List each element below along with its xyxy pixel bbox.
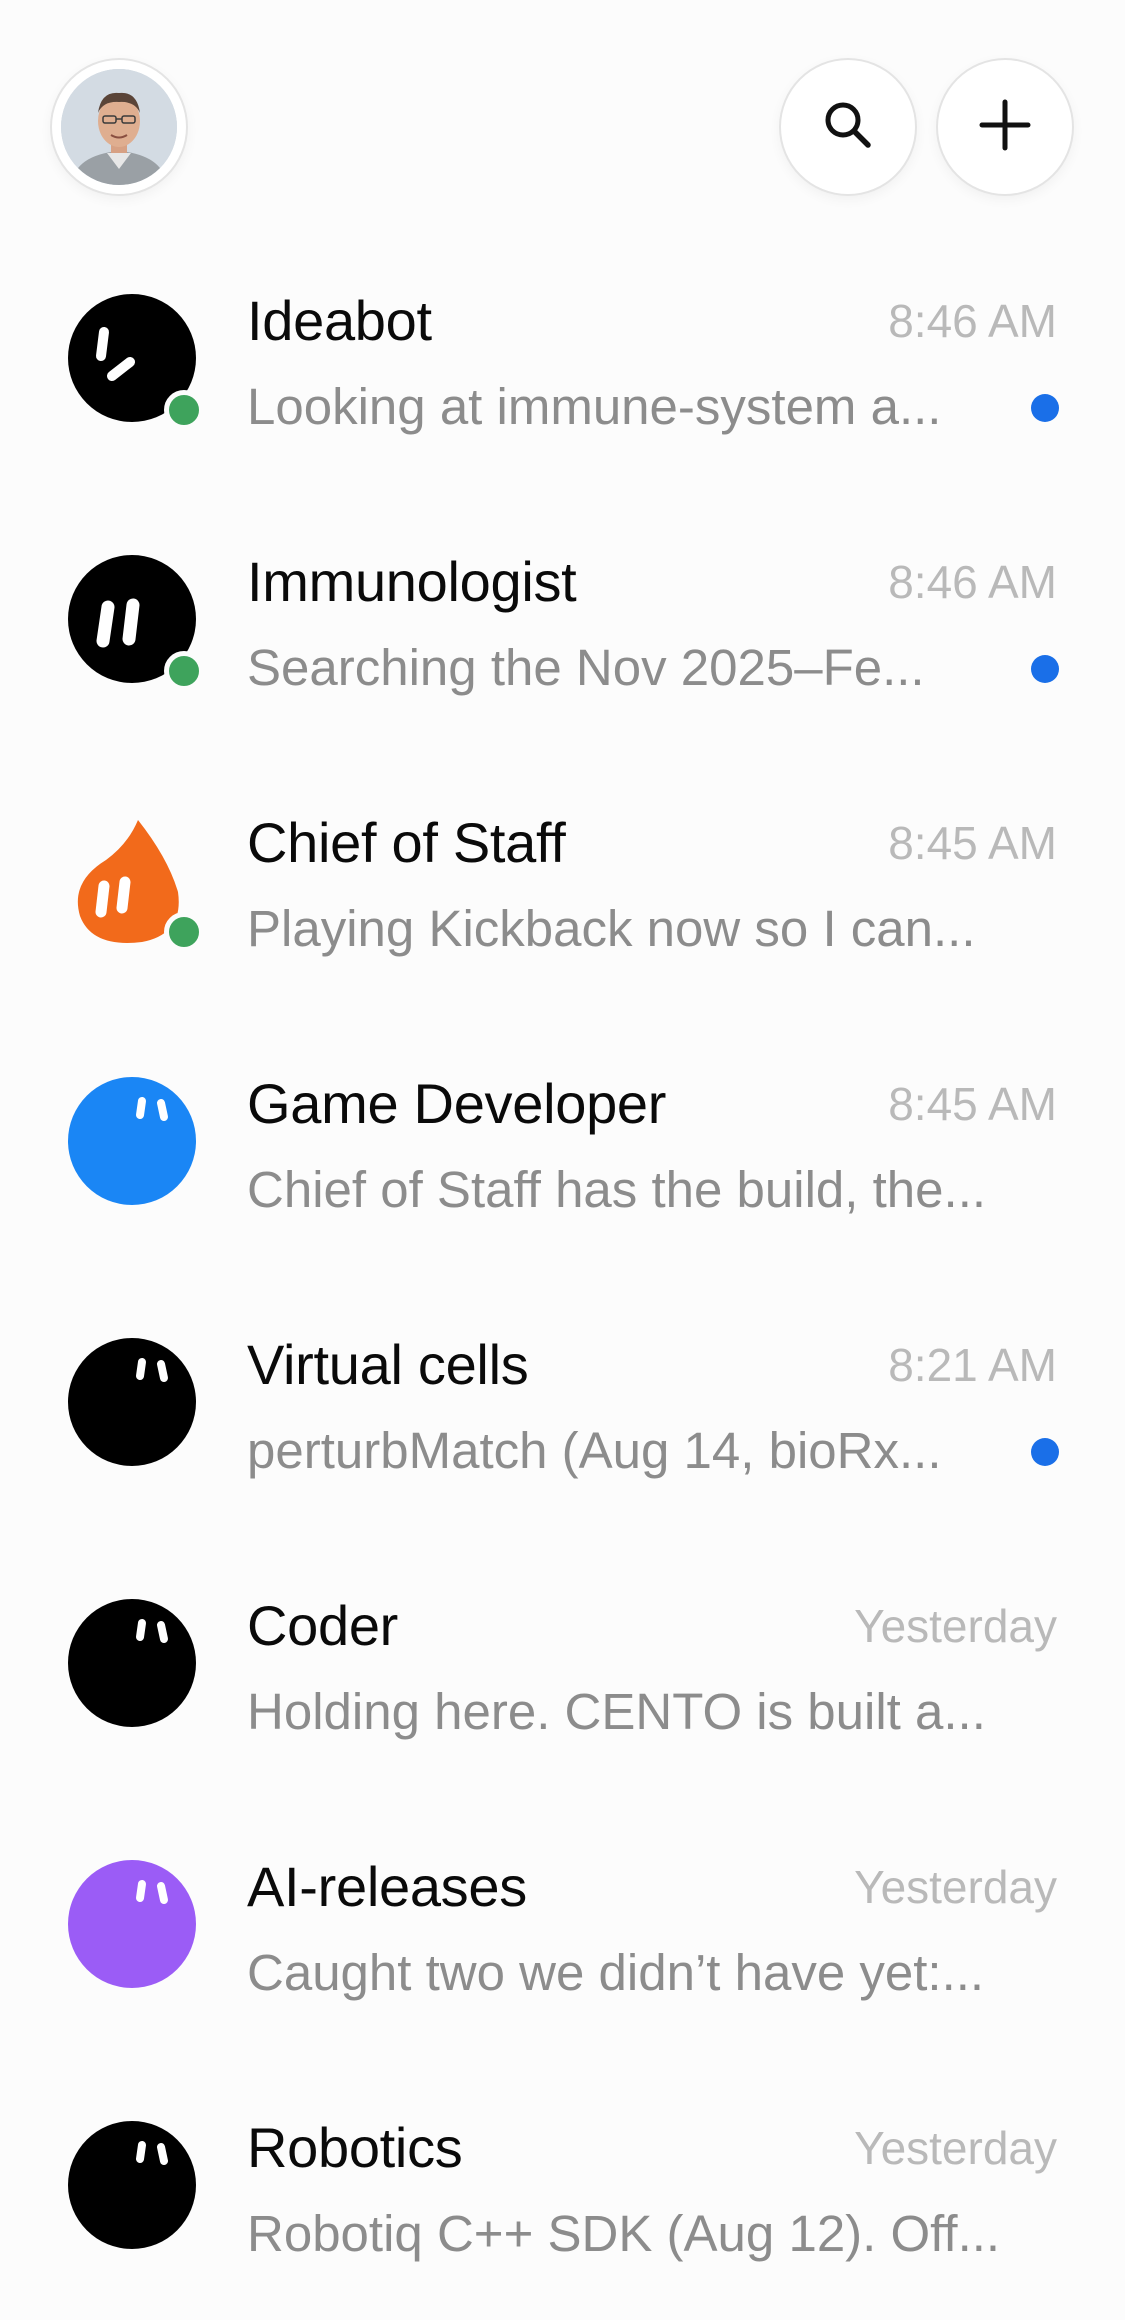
unread-indicator (1031, 394, 1059, 422)
conversation-preview: Holding here. CENTO is built a... (247, 1683, 986, 1740)
immunologist-avatar-icon (68, 555, 204, 691)
conversation-row-ai-releases[interactable]: AI-releases Yesterday Caught two we didn… (0, 1846, 1125, 2107)
conversation-preview: Playing Kickback now so I can... (247, 900, 976, 957)
profile-avatar-button[interactable] (52, 60, 186, 194)
conversation-name: Immunologist (247, 550, 577, 613)
conversation-preview: Robotiq C++ SDK (Aug 12). Off... (247, 2205, 1001, 2262)
conversation-row-robotics[interactable]: Robotics Yesterday Robotiq C++ SDK (Aug … (0, 2107, 1125, 2320)
user-avatar-photo (61, 69, 177, 185)
conversation-preview: Searching the Nov 2025–Fe... (247, 639, 925, 696)
conversation-name: AI-releases (247, 1855, 527, 1918)
conversation-row-game-developer[interactable]: Game Developer 8:45 AM Chief of Staff ha… (0, 1063, 1125, 1324)
online-status-indicator (164, 390, 204, 430)
conversation-preview: Looking at immune-system a... (247, 378, 942, 435)
conversation-row-immunologist[interactable]: Immunologist 8:46 AM Searching the Nov 2… (0, 541, 1125, 802)
conversation-row-virtual-cells[interactable]: Virtual cells 8:21 AM perturbMatch (Aug … (0, 1324, 1125, 1585)
new-chat-button[interactable] (938, 60, 1072, 194)
game-developer-avatar-icon (68, 1077, 196, 1205)
conversation-name: Game Developer (247, 1072, 667, 1135)
ideabot-avatar-icon (68, 294, 204, 430)
conversation-row-ideabot[interactable]: Ideabot 8:46 AM Looking at immune-system… (0, 280, 1125, 541)
conversation-list-screen: Ideabot 8:46 AM Looking at immune-system… (0, 0, 1125, 2320)
conversation-time: 8:21 AM (888, 1339, 1057, 1391)
coder-avatar-icon (68, 1599, 196, 1727)
conversation-time: 8:46 AM (888, 556, 1057, 608)
conversation-time: 8:45 AM (888, 817, 1057, 869)
conversation-preview: perturbMatch (Aug 14, bioRx... (247, 1422, 942, 1479)
conversation-time: 8:45 AM (888, 1078, 1057, 1130)
ai-releases-avatar-icon (68, 1860, 196, 1988)
plus-icon (977, 97, 1033, 158)
conversation-name: Ideabot (247, 289, 432, 352)
unread-indicator (1031, 655, 1059, 683)
conversation-row-chief-of-staff[interactable]: Chief of Staff 8:45 AM Playing Kickback … (0, 802, 1125, 1063)
conversation-name: Coder (247, 1594, 399, 1657)
online-status-indicator (164, 912, 204, 952)
online-status-indicator (164, 651, 204, 691)
conversation-list: Ideabot 8:46 AM Looking at immune-system… (0, 280, 1125, 2320)
chief-of-staff-avatar-icon (68, 816, 204, 952)
search-button[interactable] (781, 60, 915, 194)
unread-indicator (1031, 1438, 1059, 1466)
conversation-name: Robotics (247, 2116, 463, 2179)
conversation-preview: Chief of Staff has the build, the... (247, 1161, 987, 1218)
conversation-time: Yesterday (854, 1861, 1057, 1913)
conversation-name: Chief of Staff (247, 811, 566, 874)
virtual-cells-avatar-icon (68, 1338, 196, 1466)
conversation-time: 8:46 AM (888, 295, 1057, 347)
header (0, 0, 1125, 250)
conversation-time: Yesterday (854, 2122, 1057, 2174)
conversation-name: Virtual cells (247, 1333, 529, 1396)
search-icon (820, 97, 876, 158)
robotics-avatar-icon (68, 2121, 196, 2249)
conversation-preview: Caught two we didn’t have yet:... (247, 1944, 985, 2001)
conversation-row-coder[interactable]: Coder Yesterday Holding here. CENTO is b… (0, 1585, 1125, 1846)
conversation-time: Yesterday (854, 1600, 1057, 1652)
